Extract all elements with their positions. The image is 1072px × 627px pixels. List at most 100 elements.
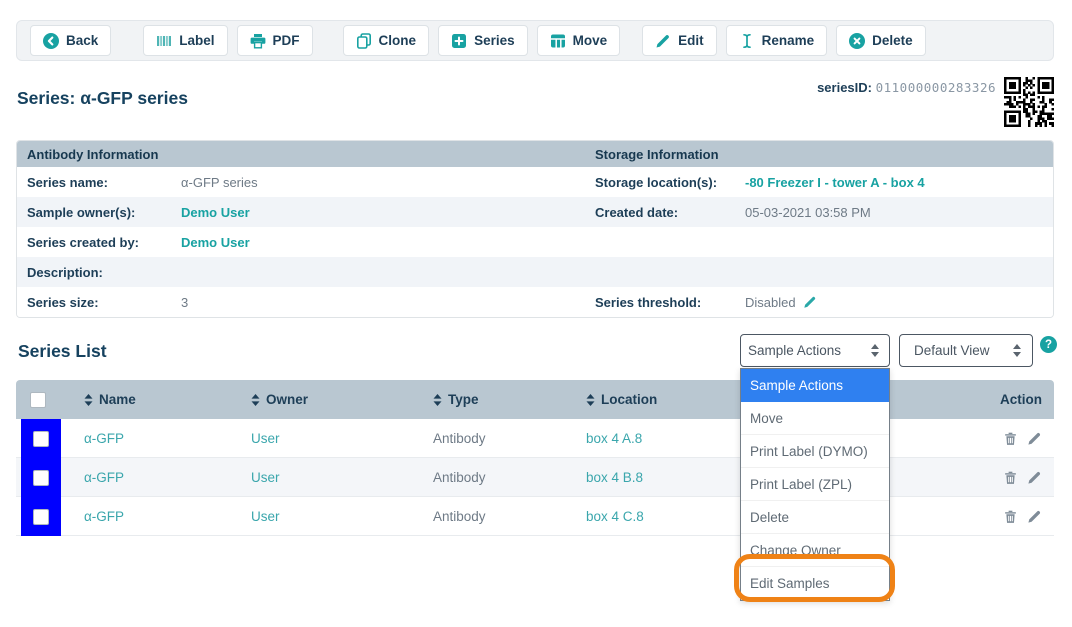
menu-item-print-label-dymo[interactable]: Print Label (DYMO) bbox=[741, 435, 889, 468]
column-header-owner[interactable]: Owner bbox=[247, 392, 429, 407]
storage-location-link[interactable]: -80 Freezer I - tower A - box 4 bbox=[745, 175, 1053, 190]
menu-item-change-owner[interactable]: Change Owner bbox=[741, 534, 889, 567]
sort-icon bbox=[433, 394, 442, 406]
series-created-by-link[interactable]: Demo User bbox=[181, 235, 595, 250]
column-header-type[interactable]: Location Type bbox=[429, 392, 582, 407]
row-select-cell[interactable] bbox=[21, 419, 61, 458]
menu-item-print-label-zpl[interactable]: Print Label (ZPL) bbox=[741, 468, 889, 501]
edit-row-pencil-icon[interactable] bbox=[1027, 509, 1042, 524]
sample-name-link[interactable]: α-GFP bbox=[84, 431, 124, 446]
page-title: Series: α-GFP series bbox=[17, 88, 188, 109]
info-row: Sample owner(s): Demo User Created date:… bbox=[17, 197, 1053, 227]
edit-row-pencil-icon[interactable] bbox=[1027, 431, 1042, 446]
view-select[interactable]: Default View bbox=[899, 334, 1033, 367]
storage-location-label: Storage location(s): bbox=[595, 175, 745, 190]
owner-link[interactable]: User bbox=[251, 431, 280, 446]
type-value: Antibody bbox=[433, 431, 486, 446]
menu-item-move[interactable]: Move bbox=[741, 402, 889, 435]
storage-info-header: Storage Information bbox=[595, 147, 1053, 162]
location-link[interactable]: box 4 A.8 bbox=[586, 431, 642, 446]
info-row: Series name: α-GFP series Storage locati… bbox=[17, 167, 1053, 197]
plus-square-icon bbox=[451, 33, 467, 49]
series-threshold-label: Series threshold: bbox=[595, 295, 745, 310]
rename-button[interactable]: Rename bbox=[726, 25, 828, 56]
sample-owner-link[interactable]: Demo User bbox=[181, 205, 595, 220]
antibody-info-header: Antibody Information bbox=[27, 147, 595, 162]
row-checkbox[interactable] bbox=[33, 470, 49, 486]
clone-button[interactable]: Clone bbox=[343, 25, 430, 56]
series-table-header: Name Owner Location Type Location Action bbox=[16, 380, 1054, 419]
series-detail-page: Back Label PDF Clone Series Move Edit R bbox=[0, 0, 1072, 627]
text-cursor-icon bbox=[739, 33, 755, 49]
location-link[interactable]: box 4 C.8 bbox=[586, 509, 644, 524]
series-name-value: α-GFP series bbox=[181, 175, 595, 190]
table-row: α-GFP User Antibody box 4 C.8 bbox=[16, 497, 1054, 536]
delete-button[interactable]: Delete bbox=[836, 25, 926, 56]
back-circle-icon bbox=[43, 33, 59, 49]
owner-link[interactable]: User bbox=[251, 470, 280, 485]
type-value: Antibody bbox=[433, 509, 486, 524]
sample-actions-menu: Sample Actions Move Print Label (DYMO) P… bbox=[740, 368, 890, 601]
info-row: Series created by: Demo User bbox=[17, 227, 1053, 257]
table-row: α-GFP User Antibody box 4 A.8 bbox=[16, 419, 1054, 458]
sample-name-link[interactable]: α-GFP bbox=[84, 470, 124, 485]
row-select-cell[interactable] bbox=[21, 497, 61, 536]
delete-button-label: Delete bbox=[872, 33, 913, 48]
menu-item-delete[interactable]: Delete bbox=[741, 501, 889, 534]
delete-row-trash-icon[interactable] bbox=[1003, 509, 1018, 524]
row-checkbox[interactable] bbox=[33, 431, 49, 447]
back-button[interactable]: Back bbox=[30, 25, 111, 56]
help-icon[interactable]: ? bbox=[1040, 336, 1057, 353]
sort-icon bbox=[84, 394, 93, 406]
owner-link[interactable]: User bbox=[251, 509, 280, 524]
sample-actions-select[interactable]: Sample Actions bbox=[740, 334, 890, 367]
edit-threshold-pencil-icon[interactable] bbox=[803, 295, 817, 309]
series-list-title: Series List bbox=[18, 341, 107, 362]
sample-name-link[interactable]: α-GFP bbox=[84, 509, 124, 524]
info-table-header: Antibody Information Storage Information bbox=[17, 141, 1053, 167]
table-row: α-GFP User Antibody box 4 B.8 bbox=[16, 458, 1054, 497]
type-value: Antibody bbox=[433, 470, 486, 485]
edit-button[interactable]: Edit bbox=[642, 25, 717, 56]
clone-icon bbox=[356, 33, 372, 49]
table-icon bbox=[550, 33, 566, 49]
move-button[interactable]: Move bbox=[537, 25, 621, 56]
sample-owner-label: Sample owner(s): bbox=[27, 205, 181, 220]
menu-item-sample-actions[interactable]: Sample Actions bbox=[741, 369, 889, 402]
delete-row-trash-icon[interactable] bbox=[1003, 431, 1018, 446]
sort-icon bbox=[251, 394, 260, 406]
qr-code bbox=[1004, 77, 1054, 127]
sample-actions-select-value: Sample Actions bbox=[748, 343, 841, 358]
pdf-button[interactable]: PDF bbox=[237, 25, 313, 56]
select-all-checkbox[interactable] bbox=[30, 392, 46, 408]
row-checkbox[interactable] bbox=[33, 509, 49, 525]
menu-item-edit-samples[interactable]: Edit Samples bbox=[741, 567, 889, 600]
edit-row-pencil-icon[interactable] bbox=[1027, 470, 1042, 485]
back-button-label: Back bbox=[66, 33, 98, 48]
edit-button-label: Edit bbox=[678, 33, 704, 48]
label-button[interactable]: Label bbox=[143, 25, 227, 56]
series-size-label: Series size: bbox=[27, 295, 181, 310]
updown-arrows-icon bbox=[1012, 344, 1022, 357]
series-button[interactable]: Series bbox=[438, 25, 528, 56]
info-table: Antibody Information Storage Information… bbox=[16, 140, 1054, 318]
created-date-label: Created date: bbox=[595, 205, 745, 220]
series-id-value: 011000000283326 bbox=[876, 80, 996, 95]
info-row: Description: bbox=[17, 257, 1053, 287]
column-header-action: Action bbox=[934, 392, 1054, 407]
pencil-icon bbox=[655, 33, 671, 49]
clone-button-label: Clone bbox=[379, 33, 417, 48]
column-header-name[interactable]: Name bbox=[80, 392, 247, 407]
series-created-by-label: Series created by: bbox=[27, 235, 181, 250]
rename-button-label: Rename bbox=[762, 33, 815, 48]
series-threshold-value: Disabled bbox=[745, 295, 796, 310]
delete-row-trash-icon[interactable] bbox=[1003, 470, 1018, 485]
toolbar: Back Label PDF Clone Series Move Edit R bbox=[16, 20, 1054, 61]
created-date-value: 05-03-2021 03:58 PM bbox=[745, 205, 1053, 220]
x-circle-icon bbox=[849, 33, 865, 49]
location-link[interactable]: box 4 B.8 bbox=[586, 470, 643, 485]
series-button-label: Series bbox=[474, 33, 515, 48]
updown-arrows-icon bbox=[870, 344, 880, 357]
move-button-label: Move bbox=[573, 33, 608, 48]
row-select-cell[interactable] bbox=[21, 458, 61, 497]
